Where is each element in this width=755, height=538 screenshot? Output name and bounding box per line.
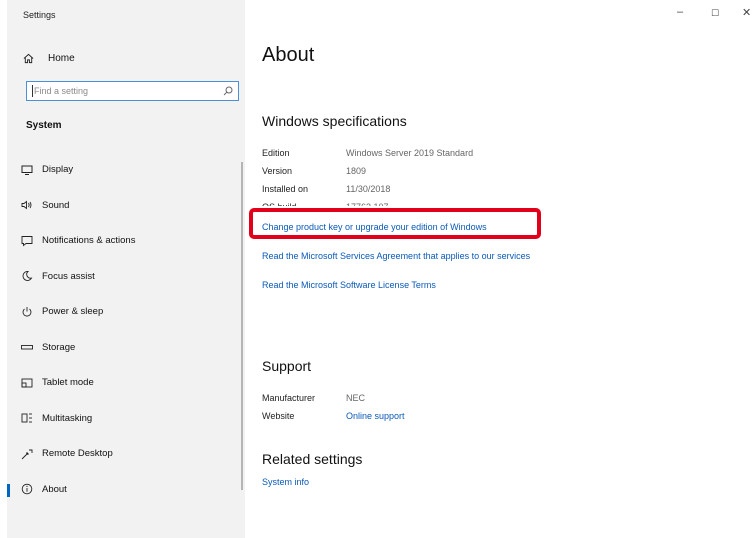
sidebar-item-focus-assist[interactable]: Focus assist <box>7 259 245 295</box>
search-icon[interactable] <box>223 86 233 96</box>
version-value: 1809 <box>346 166 367 176</box>
sidebar-item-label: Multitasking <box>42 412 93 424</box>
info-icon <box>21 483 33 495</box>
sidebar-item-about[interactable]: About <box>7 472 245 508</box>
window-title: Settings <box>23 10 56 20</box>
monitor-icon <box>21 165 33 175</box>
notification-icon <box>21 235 33 247</box>
sidebar-item-display[interactable]: Display <box>7 152 245 188</box>
sidebar-item-power-sleep[interactable]: Power & sleep <box>7 294 245 330</box>
sidebar-nav: Display Sound Notifications & actions Fo… <box>7 152 245 507</box>
settings-sidebar: Settings Home Find a setting System Disp… <box>7 0 245 538</box>
minimize-button[interactable]: – <box>677 6 683 18</box>
section-title: System <box>26 120 62 131</box>
text-caret <box>32 85 33 97</box>
sidebar-item-storage[interactable]: Storage <box>7 330 245 366</box>
online-support-link[interactable]: Online support <box>346 411 405 421</box>
sidebar-item-tablet-mode[interactable]: Tablet mode <box>7 365 245 401</box>
power-icon <box>22 306 32 317</box>
sidebar-item-label: Display <box>42 164 74 176</box>
close-button[interactable]: ✕ <box>742 6 751 19</box>
sidebar-item-multitasking[interactable]: Multitasking <box>7 401 245 437</box>
home-label: Home <box>48 52 75 64</box>
windows-specifications-heading: Windows specifications <box>262 113 407 129</box>
sidebar-item-label: Notifications & actions <box>42 235 136 247</box>
highlight-box <box>249 208 541 239</box>
remote-desktop-icon <box>21 449 33 460</box>
sidebar-scrollbar[interactable] <box>241 162 243 490</box>
multitasking-icon <box>21 413 32 423</box>
sidebar-item-label: Focus assist <box>42 270 95 282</box>
manufacturer-label: Manufacturer <box>262 393 316 403</box>
sidebar-item-label: Sound <box>42 199 70 211</box>
website-label: Website <box>262 411 295 421</box>
support-heading: Support <box>262 358 312 374</box>
installed-on-label: Installed on <box>262 184 309 194</box>
sidebar-item-label: Storage <box>42 341 76 353</box>
version-label: Version <box>262 166 293 176</box>
tablet-icon <box>21 378 33 388</box>
home-icon <box>23 53 34 63</box>
home-nav-item[interactable]: Home <box>23 50 75 66</box>
search-placeholder: Find a setting <box>34 86 89 96</box>
sidebar-item-sound[interactable]: Sound <box>7 188 245 224</box>
sidebar-item-label: Power & sleep <box>42 306 104 318</box>
sidebar-item-label: Tablet mode <box>42 377 94 389</box>
sidebar-item-notifications[interactable]: Notifications & actions <box>7 223 245 259</box>
maximize-button[interactable]: ☐ <box>711 8 719 19</box>
manufacturer-value: NEC <box>346 393 366 403</box>
speaker-icon <box>21 200 32 210</box>
related-settings-heading: Related settings <box>262 451 363 467</box>
system-info-link[interactable]: System info <box>262 477 309 487</box>
license-terms-link[interactable]: Read the Microsoft Software License Term… <box>262 280 436 290</box>
services-agreement-link[interactable]: Read the Microsoft Services Agreement th… <box>262 251 530 261</box>
edition-label: Edition <box>262 148 290 158</box>
edition-value: Windows Server 2019 Standard <box>346 148 474 158</box>
sidebar-item-label: Remote Desktop <box>42 448 113 460</box>
sidebar-item-remote-desktop[interactable]: Remote Desktop <box>7 436 245 472</box>
sidebar-item-label: About <box>42 483 67 495</box>
installed-on-value: 11/30/2018 <box>346 184 391 194</box>
moon-icon <box>22 271 33 282</box>
active-indicator <box>7 483 10 497</box>
page-title: About <box>262 44 315 66</box>
storage-icon <box>21 345 33 350</box>
search-input[interactable]: Find a setting <box>26 81 239 101</box>
